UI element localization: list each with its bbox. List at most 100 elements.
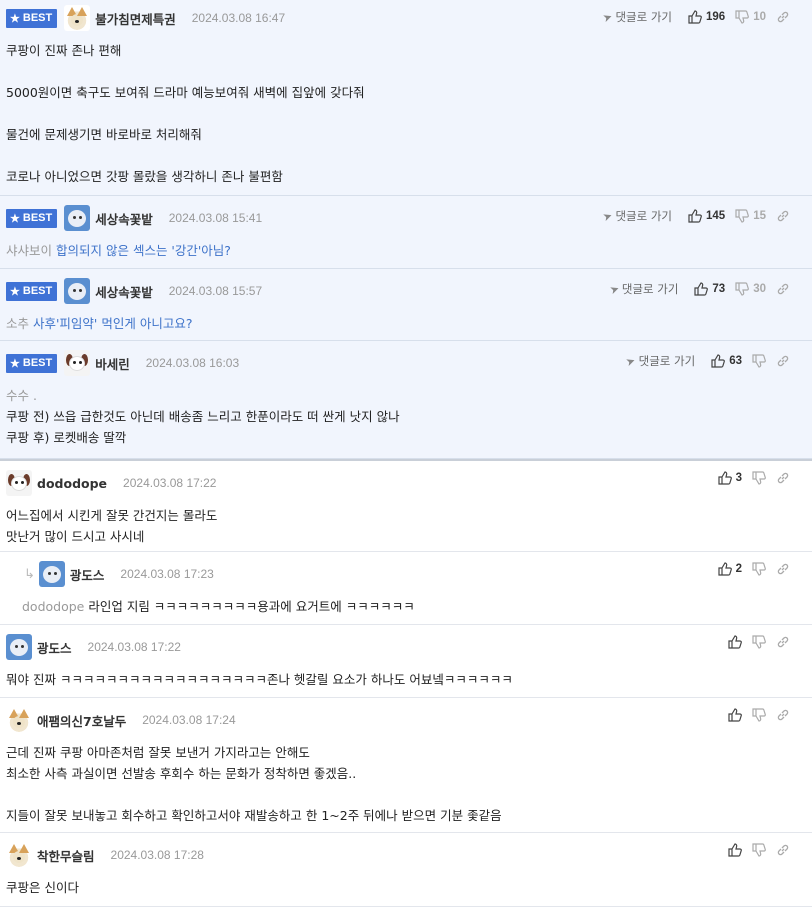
reply-plane-icon: ➤ bbox=[624, 353, 638, 369]
upvote-button[interactable]: 145 bbox=[688, 209, 725, 223]
best-badge: ★ BEST bbox=[6, 8, 58, 28]
quoted-nick[interactable]: 소추 bbox=[6, 316, 29, 331]
upvote-button[interactable]: 2 bbox=[717, 562, 742, 576]
comment-item: 광도스 2024.03.08 17:22 뭐야 진짜 ㅋㅋㅋㅋㅋㅋㅋㅋㅋㅋㅋㅋㅋ… bbox=[0, 625, 812, 698]
comment-line: 코로나 아니었으면 갓팡 몰랐을 생각하니 존나 불편함 bbox=[6, 169, 283, 184]
link-icon bbox=[776, 635, 790, 649]
link-icon bbox=[776, 471, 790, 485]
comment-actions: ➤ 댓글로 가기 73 30 bbox=[608, 281, 790, 297]
comment-date: 2024.03.08 17:28 bbox=[110, 848, 204, 862]
nickname[interactable]: 세상속꽃밭 bbox=[95, 209, 153, 228]
comment-date: 2024.03.08 17:23 bbox=[120, 567, 214, 581]
share-link-button[interactable] bbox=[776, 10, 790, 24]
thumb-down-icon bbox=[735, 10, 750, 24]
share-link-button[interactable] bbox=[776, 209, 790, 223]
nickname[interactable]: 세상속꽃밭 bbox=[95, 282, 153, 301]
avatar[interactable] bbox=[64, 350, 91, 376]
nickname[interactable]: 착한무슬림 bbox=[37, 846, 95, 865]
comment-text: 라인업 지림 ㅋㅋㅋㅋㅋㅋㅋㅋㅋ용과에 요거트에 ㅋㅋㅋㅋㅋㅋ bbox=[88, 599, 415, 614]
nickname[interactable]: dododope bbox=[37, 476, 107, 491]
reply-arrow-icon: ↳ bbox=[24, 566, 35, 582]
comment-body: 뭐야 진짜 ㅋㅋㅋㅋㅋㅋㅋㅋㅋㅋㅋㅋㅋㅋㅋㅋㅋㅋ존나 헷갈릴 요소가 하나도 어… bbox=[6, 669, 804, 697]
quoted-nick[interactable]: 수수 . bbox=[6, 385, 804, 406]
nickname[interactable]: 광도스 bbox=[37, 638, 72, 657]
thumb-up-icon bbox=[728, 708, 742, 722]
comment-item: 착한무슬림 2024.03.08 17:28 쿠팡은 신이다 bbox=[0, 833, 812, 907]
comment-body: 수수 . 쿠팡 전) 쓰읍 급한것도 아닌데 배송좀 느리고 한푼이라도 떠 싼… bbox=[6, 385, 804, 458]
comment-header: 착한무슬림 2024.03.08 17:28 bbox=[6, 833, 804, 877]
avatar[interactable] bbox=[64, 5, 91, 31]
comment-date: 2024.03.08 16:03 bbox=[145, 356, 240, 370]
thumb-up-icon bbox=[694, 282, 709, 296]
avatar[interactable] bbox=[64, 205, 91, 231]
comment-item: 애팸의신7호날두 2024.03.08 17:24 근데 진짜 쿠팡 아마존처럼… bbox=[0, 698, 812, 833]
comment-body: 쿠팡이 진짜 존나 편해 5000원이면 축구도 보여줘 드라마 예능보여줘 새… bbox=[6, 36, 804, 195]
go-to-reply-link[interactable]: ➤ 댓글로 가기 bbox=[601, 9, 672, 25]
avatar[interactable] bbox=[6, 634, 32, 660]
share-link-button[interactable] bbox=[776, 471, 790, 485]
quoted-nick[interactable]: dododope bbox=[22, 599, 84, 614]
comment-actions bbox=[718, 635, 790, 649]
share-link-button[interactable] bbox=[776, 635, 790, 649]
go-to-reply-link[interactable]: ➤ 댓글로 가기 bbox=[624, 353, 695, 369]
comment-header: ★ BEST 세상속꽃밭 2024.03.08 15:41 ➤ 댓글로 가기 145… bbox=[6, 196, 804, 240]
comment-date: 2024.03.08 17:24 bbox=[142, 713, 236, 727]
upvote-button[interactable]: 3 bbox=[717, 471, 742, 485]
avatar[interactable] bbox=[64, 278, 91, 304]
share-link-button[interactable] bbox=[776, 562, 790, 576]
upvote-button[interactable]: 63 bbox=[711, 354, 742, 368]
upvote-button[interactable]: 73 bbox=[694, 282, 725, 296]
share-link-button[interactable] bbox=[776, 708, 790, 722]
comment-date: 2024.03.08 17:22 bbox=[87, 640, 181, 654]
nickname[interactable]: 광도스 bbox=[70, 565, 105, 584]
downvote-button[interactable] bbox=[752, 562, 766, 576]
nickname[interactable]: 바세린 bbox=[95, 354, 130, 373]
downvote-button[interactable]: 10 bbox=[735, 10, 766, 24]
share-link-button[interactable] bbox=[776, 843, 790, 857]
reply-item: ↳ 광도스 2024.03.08 17:23 2 dododope 라인업 지림… bbox=[0, 552, 812, 625]
thumb-down-icon bbox=[752, 843, 766, 857]
upvote-button[interactable] bbox=[728, 843, 742, 857]
thumb-up-icon bbox=[717, 562, 732, 576]
star-icon: ★ bbox=[10, 12, 20, 25]
comment-item: ★ BEST 세상속꽃밭 2024.03.08 15:41 ➤ 댓글로 가기 145… bbox=[0, 196, 812, 269]
avatar[interactable] bbox=[6, 470, 32, 496]
link-icon bbox=[776, 562, 790, 576]
thumb-down-icon bbox=[752, 354, 766, 368]
comment-body: 근데 진짜 쿠팡 아마존처럼 잘못 보낸거 가지라고는 안해도 최소한 사측 과… bbox=[6, 742, 804, 832]
avatar[interactable] bbox=[6, 707, 32, 733]
comment-line bbox=[6, 103, 804, 124]
downvote-button[interactable] bbox=[752, 471, 766, 485]
thumb-up-icon bbox=[688, 10, 702, 24]
upvote-button[interactable] bbox=[728, 708, 742, 722]
comment-item: ★ BEST 바세린 2024.03.08 16:03 ➤ 댓글로 가기 63 수수… bbox=[0, 341, 812, 459]
comment-header: 광도스 2024.03.08 17:22 bbox=[6, 625, 804, 669]
share-link-button[interactable] bbox=[776, 282, 790, 296]
avatar[interactable] bbox=[6, 842, 32, 868]
nickname[interactable]: 애팸의신7호날두 bbox=[37, 711, 126, 730]
best-badge: ★ BEST bbox=[6, 208, 58, 228]
go-to-reply-link[interactable]: ➤ 댓글로 가기 bbox=[608, 281, 679, 297]
comment-header: ↳ 광도스 2024.03.08 17:23 2 bbox=[22, 552, 804, 596]
comment-actions bbox=[718, 843, 790, 857]
quoted-nick[interactable]: 샤샤보이 bbox=[6, 243, 52, 258]
comment-line bbox=[6, 145, 804, 166]
comment-list: ★ BEST 불가침면제특권 2024.03.08 16:47 ➤ 댓글로 가기 1… bbox=[0, 0, 812, 907]
comment-text: 쿠팡은 신이다 bbox=[6, 880, 79, 895]
downvote-button[interactable]: 15 bbox=[735, 209, 766, 223]
comment-header: ★ BEST 세상속꽃밭 2024.03.08 15:57 ➤ 댓글로 가기 73 … bbox=[6, 269, 804, 313]
avatar[interactable] bbox=[38, 561, 65, 587]
nickname[interactable]: 불가침면제특권 bbox=[95, 9, 176, 28]
downvote-button[interactable] bbox=[752, 635, 766, 649]
upvote-button[interactable]: 196 bbox=[688, 10, 725, 24]
reply-plane-icon: ➤ bbox=[601, 9, 615, 25]
downvote-button[interactable] bbox=[752, 708, 766, 722]
upvote-button[interactable] bbox=[728, 635, 742, 649]
go-to-reply-link[interactable]: ➤ 댓글로 가기 bbox=[601, 208, 672, 224]
downvote-button[interactable] bbox=[752, 843, 766, 857]
thumb-down-icon bbox=[752, 562, 766, 576]
downvote-button[interactable] bbox=[752, 354, 766, 368]
star-icon: ★ bbox=[10, 212, 20, 225]
downvote-button[interactable]: 30 bbox=[735, 282, 766, 296]
share-link-button[interactable] bbox=[776, 354, 790, 368]
